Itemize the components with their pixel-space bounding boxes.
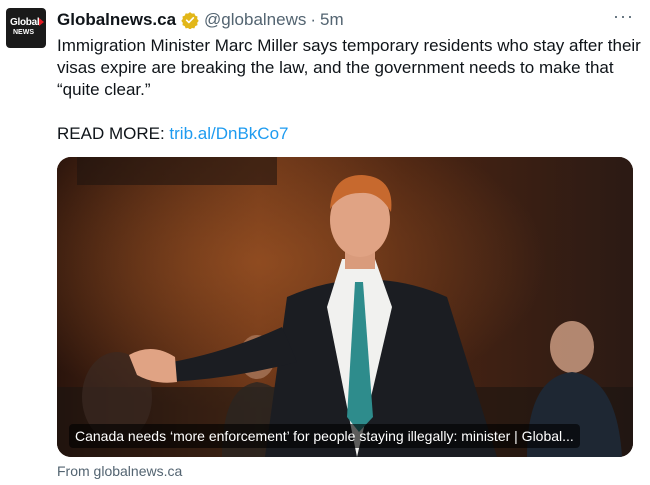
verified-badge-icon [181, 12, 199, 29]
tweet-header: Globalnews.ca @globalnews · 5m [57, 9, 344, 31]
card-source[interactable]: From globalnews.ca [57, 463, 182, 479]
tweet-link[interactable]: trib.al/DnBkCo7 [169, 124, 288, 143]
avatar-logo-text: Global [10, 17, 40, 28]
read-more-line: READ MORE: trib.al/DnBkCo7 [57, 123, 288, 145]
separator-dot: · [310, 10, 317, 29]
card-photo [57, 157, 633, 457]
timestamp[interactable]: 5m [320, 10, 344, 30]
avatar[interactable]: Global NEWS [6, 8, 46, 48]
more-options-icon[interactable]: ··· [613, 6, 634, 27]
avatar-logo-subtext: NEWS [13, 29, 34, 36]
handle[interactable]: @globalnews [204, 10, 306, 30]
read-more-label: READ MORE: [57, 124, 165, 143]
tweet-text: Immigration Minister Marc Miller says te… [57, 36, 641, 99]
link-card[interactable]: Canada needs ‘more enforcement’ for peop… [57, 157, 633, 457]
card-caption: Canada needs ‘more enforcement’ for peop… [69, 424, 580, 448]
avatar-logo-triangle-icon [39, 18, 44, 26]
display-name[interactable]: Globalnews.ca [57, 10, 176, 30]
